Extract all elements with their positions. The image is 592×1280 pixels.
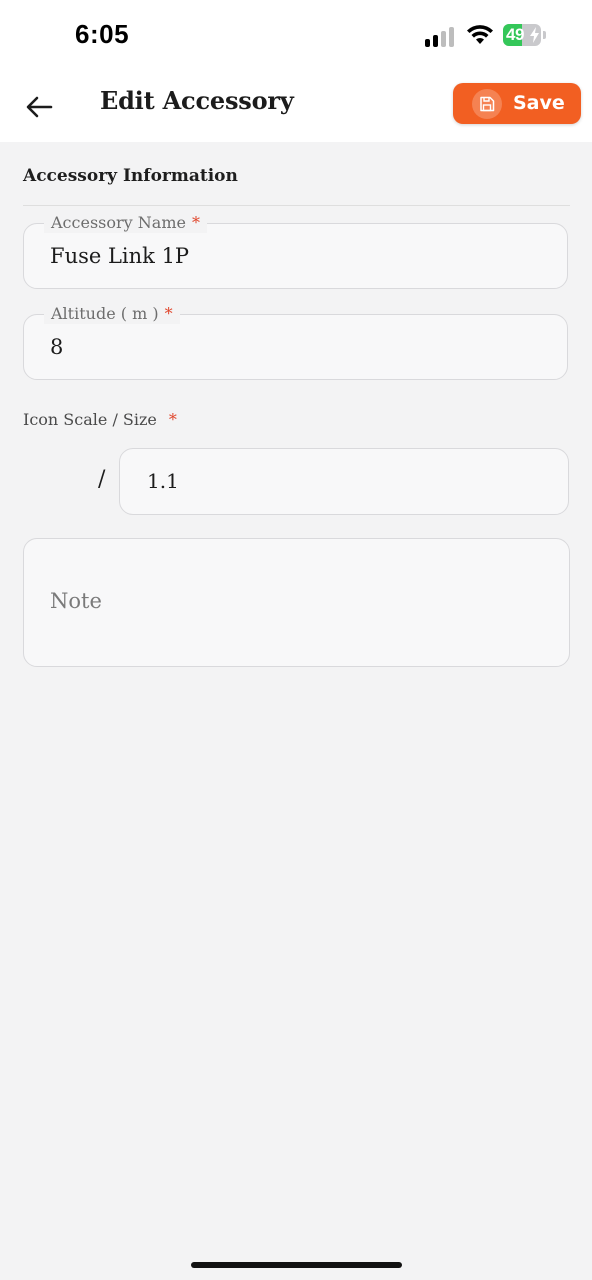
save-button[interactable]: Save [453, 83, 581, 124]
status-bar: 6:05 49 [0, 0, 592, 72]
section-divider [23, 205, 570, 206]
required-mark: * [164, 304, 173, 323]
home-indicator [191, 1262, 402, 1268]
icon-scale-prefix: / [98, 467, 106, 492]
accessory-name-label-text: Accessory Name [51, 213, 186, 232]
wifi-icon [467, 25, 493, 44]
back-button[interactable] [18, 86, 60, 128]
required-mark: * [168, 410, 177, 429]
note-placeholder: Note [50, 589, 102, 613]
altitude-label: Altitude ( m ) * [44, 304, 180, 324]
accessory-name-field[interactable]: Accessory Name * Fuse Link 1P [23, 213, 568, 289]
app-bar: Edit Accessory Save [0, 72, 592, 142]
status-time: 6:05 [75, 19, 130, 49]
accessory-name-label: Accessory Name * [44, 213, 207, 233]
section-title: Accessory Information [23, 166, 238, 186]
required-mark: * [191, 213, 200, 232]
cellular-signal-icon [425, 25, 457, 47]
charging-bolt-icon [530, 27, 539, 43]
save-label: Save [513, 92, 565, 114]
altitude-label-text: Altitude ( m ) [51, 304, 159, 323]
arrow-left-icon [26, 96, 53, 118]
battery-icon: 49 [503, 24, 541, 46]
accessory-name-value: Fuse Link 1P [50, 244, 190, 268]
note-field[interactable]: Note [23, 538, 570, 667]
icon-scale-label: Icon Scale / Size * [23, 409, 177, 431]
icon-scale-value: 1.1 [147, 469, 179, 493]
icon-scale-field[interactable]: 1.1 [119, 448, 569, 515]
save-icon-wrap [472, 89, 502, 119]
altitude-value: 8 [50, 335, 64, 359]
page-title: Edit Accessory [100, 86, 294, 115]
battery-cap [543, 31, 546, 39]
altitude-field[interactable]: Altitude ( m ) * 8 [23, 304, 568, 380]
icon-scale-label-text: Icon Scale / Size [23, 410, 157, 429]
floppy-disk-icon [480, 96, 495, 112]
